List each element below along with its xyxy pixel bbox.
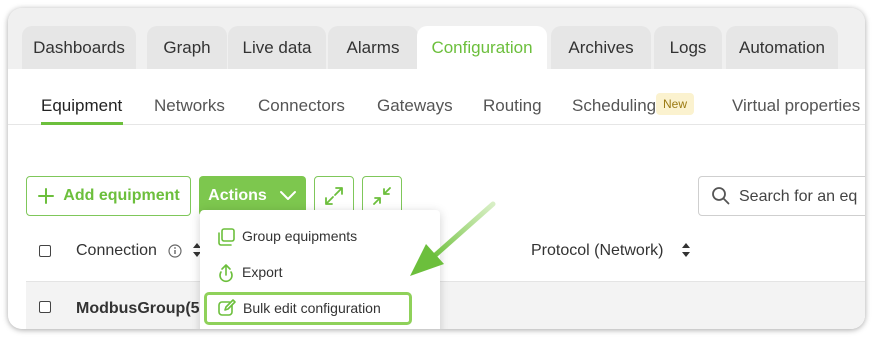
edit-icon <box>218 299 236 316</box>
subnav-virtual-properties[interactable]: Virtual properties <box>732 96 860 116</box>
column-header-protocol[interactable]: Protocol (Network) <box>531 242 663 260</box>
menu-label-group-equipments: Group equipments <box>242 228 358 244</box>
tab-logs[interactable]: Logs <box>654 26 722 70</box>
menu-label-bulk-edit-configuration: Bulk edit configuration <box>243 300 381 316</box>
row-connection-name: ModbusGroup(5 <box>76 300 200 317</box>
info-icon <box>168 244 182 258</box>
tab-alarms[interactable]: Alarms <box>328 26 418 70</box>
expand-icon <box>325 187 343 205</box>
select-all-checkbox[interactable] <box>39 245 51 257</box>
search-placeholder: Search for an eq <box>739 188 858 205</box>
row-checkbox[interactable] <box>39 301 51 313</box>
tab-dashboards[interactable]: Dashboards <box>22 26 136 70</box>
search-input[interactable]: Search for an eq <box>698 176 865 216</box>
tab-configuration[interactable]: Configuration <box>417 26 547 70</box>
tab-graph[interactable]: Graph <box>147 26 227 70</box>
sort-icon[interactable] <box>681 242 691 258</box>
subnav-equipment[interactable]: Equipment <box>41 96 122 116</box>
sub-navigation: Equipment Networks Connectors Gateways R… <box>8 69 865 125</box>
new-badge: New <box>656 93 695 115</box>
main-tabs: Dashboards Graph Live data Alarms Config… <box>8 8 865 70</box>
export-icon <box>219 264 233 283</box>
active-subnav-indicator <box>41 122 123 125</box>
actions-label: Actions <box>208 187 267 204</box>
menu-item-bulk-edit-configuration[interactable]: Bulk edit configuration <box>204 292 412 325</box>
add-equipment-button[interactable]: Add equipment <box>26 176 191 216</box>
chevron-down-icon <box>279 191 296 200</box>
column-header-connection[interactable]: Connection <box>76 242 157 260</box>
tab-live-data[interactable]: Live data <box>228 26 326 70</box>
subnav-routing[interactable]: Routing <box>483 96 542 116</box>
subnav-scheduling[interactable]: Scheduling <box>572 96 656 116</box>
menu-label-export: Export <box>242 264 283 280</box>
pointer-arrow-icon <box>410 201 496 276</box>
subnav-gateways[interactable]: Gateways <box>377 96 453 116</box>
search-icon <box>712 187 730 205</box>
subnav-connectors[interactable]: Connectors <box>258 96 345 116</box>
plus-icon <box>38 188 55 204</box>
group-icon <box>218 228 235 246</box>
tab-archives[interactable]: Archives <box>551 26 651 70</box>
subnav-networks[interactable]: Networks <box>154 96 225 116</box>
collapse-icon <box>373 187 391 205</box>
add-equipment-label: Add equipment <box>63 187 180 204</box>
tab-automation[interactable]: Automation <box>726 26 838 70</box>
